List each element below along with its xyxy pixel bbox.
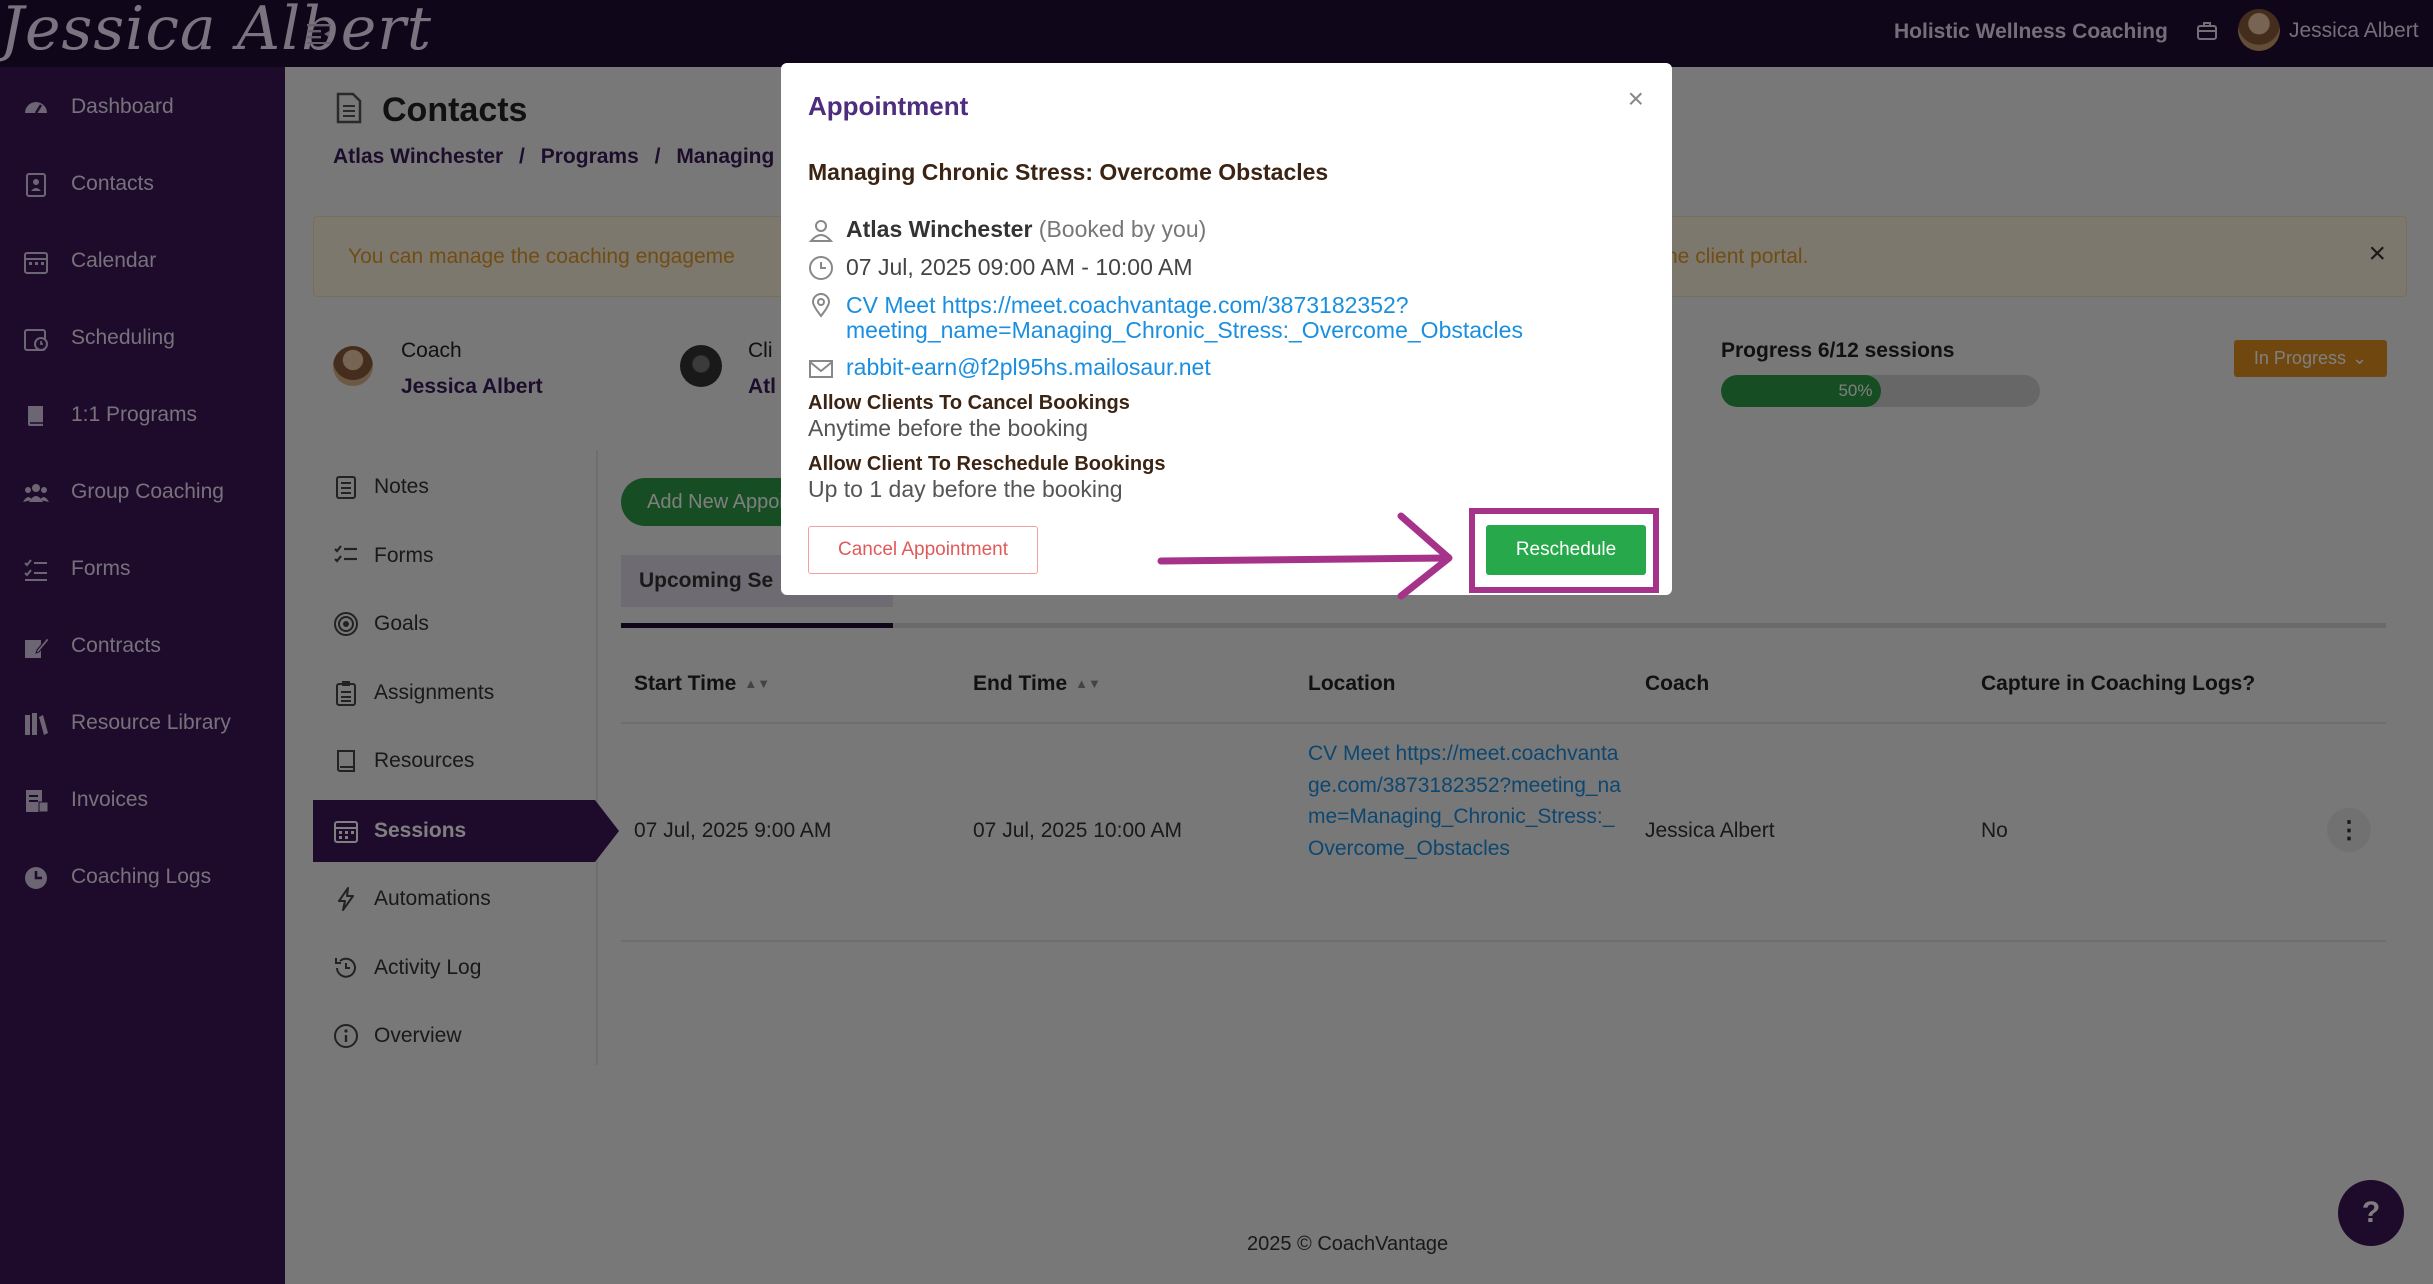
- reschedule-policy-value: Up to 1 day before the booking: [808, 476, 1123, 502]
- clock-icon: [809, 256, 833, 280]
- cancel-policy-label: Allow Clients To Cancel Bookings: [808, 392, 1130, 414]
- modal-client-name: Atlas Winchester: [846, 216, 1033, 242]
- mail-icon: [809, 360, 833, 378]
- pointer-arrow-icon: [1157, 512, 1453, 600]
- cancel-appointment-button[interactable]: Cancel Appointment: [808, 526, 1038, 574]
- client-line: Atlas Winchester (Booked by you): [846, 216, 1206, 243]
- cancel-policy-value: Anytime before the booking: [808, 415, 1089, 441]
- highlight-box: [1469, 508, 1659, 593]
- booked-by: (Booked by you): [1038, 216, 1207, 242]
- program-title: Managing Chronic Stress: Overcome Obstac…: [808, 159, 1329, 185]
- modal-title: Appointment: [808, 91, 969, 121]
- location-link-line1[interactable]: CV Meet https://meet.coachvantage.com/38…: [846, 292, 1409, 319]
- location-link-line2[interactable]: meeting_name=Managing_Chronic_Stress:_Ov…: [846, 317, 1523, 344]
- reschedule-policy-label: Allow Client To Reschedule Bookings: [808, 453, 1166, 475]
- appointment-datetime: 07 Jul, 2025 09:00 AM - 10:00 AM: [846, 254, 1193, 280]
- client-email-link[interactable]: rabbit-earn@f2pl95hs.mailosaur.net: [846, 354, 1211, 381]
- close-icon[interactable]: ×: [1628, 85, 1644, 113]
- user-icon: [808, 220, 834, 242]
- location-pin-icon: [811, 293, 831, 318]
